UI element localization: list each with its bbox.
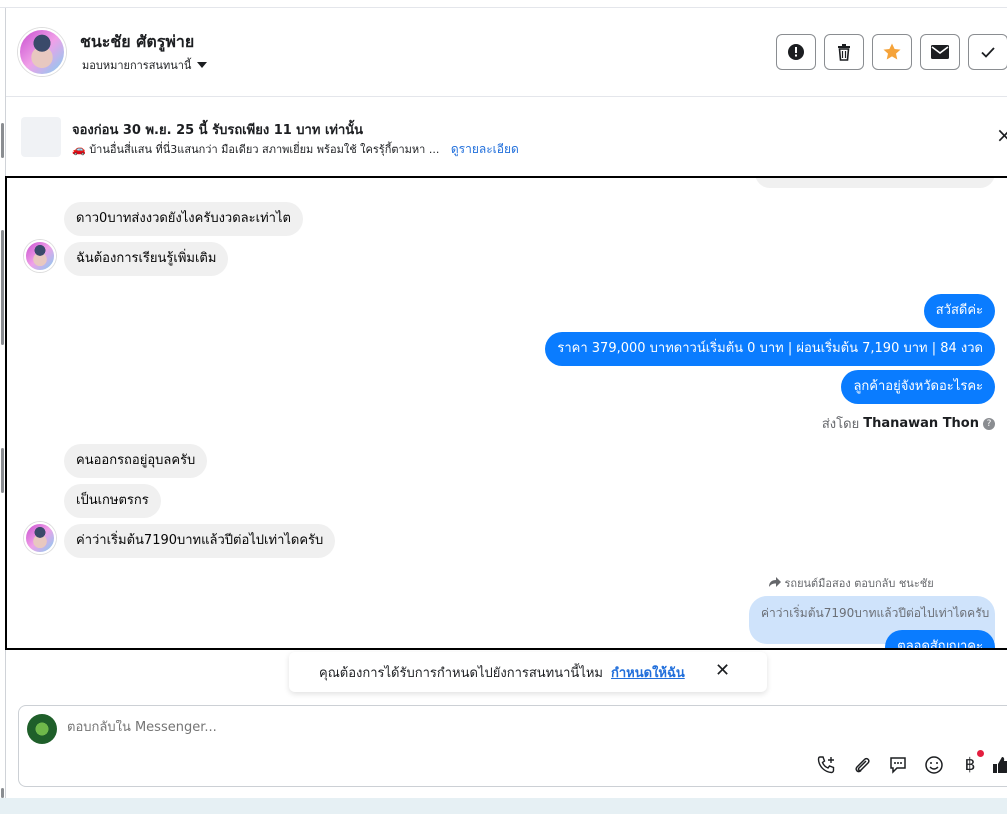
ad-context-banner: จองก่อน 30 พ.ย. 25 นี้ รับรถเพียง 11 บาท… [6,97,1007,175]
conversation-header: ชนะชัย ศัตรูพ่าย มอบหมายการสนทนานี้ [6,8,1007,97]
reply-input[interactable] [67,720,667,735]
message-bubble-partial [755,178,995,188]
emoji-button[interactable] [923,754,945,776]
paperclip-icon [855,757,870,773]
envelope-icon [931,45,949,59]
assign-dropdown[interactable]: มอบหมายการสนทนานี้ [82,56,208,74]
ad-description: 🚗 บ้านอื่นสี่แสน ที่นี่3แสนกว่า มือเดียว… [72,140,519,159]
incoming-message: คนออกรถอยู่อุบลครับ [64,444,208,478]
chevron-down-icon [197,62,208,68]
thumbs-up-icon [993,757,1007,773]
sent-by-label: ส่งโดย Thanawan Thon ? [822,413,995,434]
outgoing-message: ราคา 379,000 บาทดาวน์เริ่มต้น 0 บาท | ผ่… [545,332,995,366]
trash-icon [838,44,850,61]
ad-description-text: 🚗 บ้านอื่นสี่แสน ที่นี่3แสนกว่า มือเดียว… [72,143,440,156]
assign-label: มอบหมายการสนทนานี้ [82,59,192,72]
incoming-message: เป็นเกษตรกร [64,484,161,518]
assign-suggestion-text: คุณต้องการได้รับการกำหนดไปยังการสนทนานี้… [319,665,603,681]
message-thread[interactable]: ดาว0บาทส่งงวดยังไงครับงวดละเท่าไต ฉันต้อ… [5,176,1007,650]
reply-context: รถยนต์มือสอง ตอบกลับ ชนะชัย [769,574,934,592]
contact-name[interactable]: ชนะชัย ศัตรูพ่าย [80,30,194,55]
question-icon[interactable]: ? [983,417,995,430]
check-icon [981,47,995,58]
smiley-icon [925,756,943,774]
notification-dot [977,750,984,757]
attach-button[interactable] [851,754,873,776]
star-icon [883,43,901,60]
alert-icon [788,44,804,60]
sender-avatar [24,240,56,272]
close-icon[interactable]: ✕ [715,660,730,681]
ad-thumbnail [21,117,61,157]
spam-button[interactable] [776,34,816,70]
reply-context-text: รถยนต์มือสอง ตอบกลับ ชนะชัย [784,577,934,590]
message-composer: ฿ [18,705,1007,787]
outgoing-message: สวัสดีค่ะ [923,294,995,328]
sender-avatar [24,522,56,554]
phone-plus-icon [817,756,835,774]
rail-indicator [1,448,4,493]
incoming-message: ฉันต้องการเรียนรู้เพิ่มเติม [64,242,229,276]
baht-icon: ฿ [964,755,976,775]
ad-details-link[interactable]: ดูรายละเอียด [451,142,519,156]
sent-by-prefix: ส่งโดย [821,417,860,432]
rail-indicator [1,230,4,345]
outgoing-message: ตลอดสัญญาคะ [885,630,995,648]
incoming-message: ค่าว่าเริ่มต้น7190บาทแล้วปีต่อไปเท่าไดคร… [64,524,336,558]
delete-button[interactable] [824,34,864,70]
contact-avatar[interactable] [18,28,66,76]
incoming-message: ดาว0บาทส่งงวดยังไงครับงวดละเท่าไต [64,202,303,236]
mark-done-button[interactable] [968,34,1007,70]
bottom-band [0,798,1007,814]
rail-indicator [1,788,4,798]
ad-title: จองก่อน 30 พ.ย. 25 นี้ รับรถเพียง 11 บาท… [72,123,364,138]
sent-by-name: Thanawan Thon [863,416,979,431]
outgoing-message: ลูกค้าอยู่จังหวัดอะไรคะ [841,370,995,404]
top-strip [0,0,1007,8]
like-button[interactable] [991,754,1007,776]
reply-arrow-icon [769,577,781,587]
chat-bubble-icon [890,757,906,774]
star-button[interactable] [872,34,912,70]
payment-button[interactable]: ฿ [959,754,981,776]
mark-unread-button[interactable] [920,34,960,70]
rail-indicator [1,123,4,158]
page-avatar [27,714,57,744]
assign-suggestion: คุณต้องการได้รับการกำหนดไปยังการสนทนานี้… [289,652,767,692]
close-icon[interactable]: × [996,125,1007,145]
saved-replies-button[interactable] [887,754,909,776]
call-button[interactable] [815,754,837,776]
assign-to-me-link[interactable]: กำหนดให้ฉัน [611,662,685,683]
